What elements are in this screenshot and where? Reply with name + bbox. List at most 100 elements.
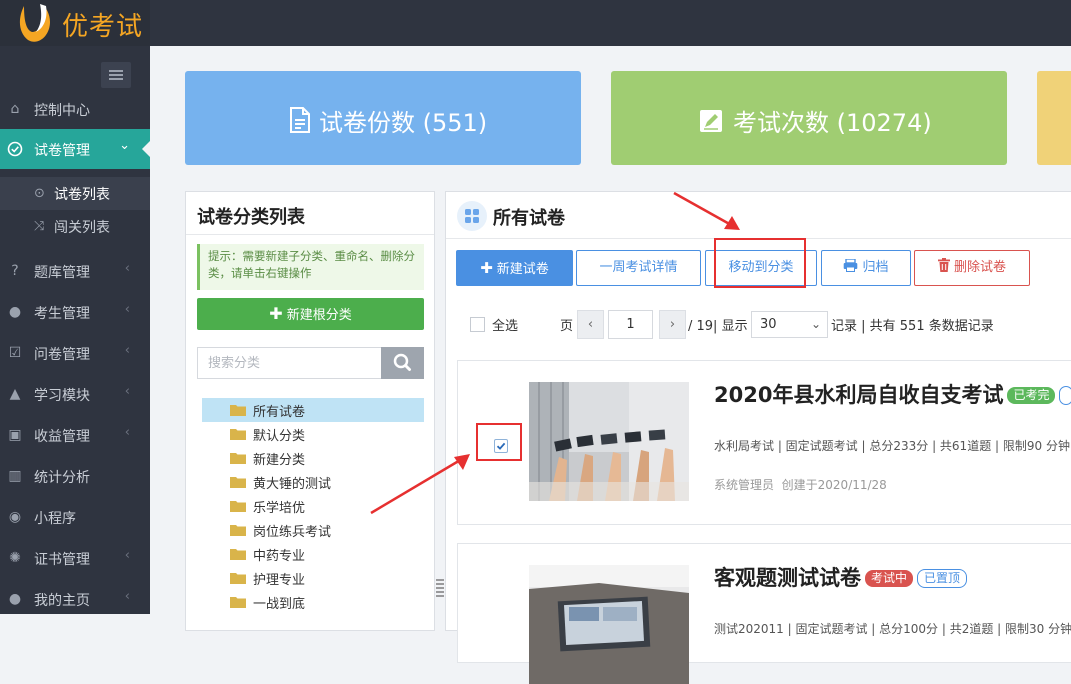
sidebar-item-survey[interactable]: ☑ 问卷管理 ‹: [0, 334, 150, 372]
new-exam-button[interactable]: ✚ 新建试卷: [456, 250, 573, 286]
tag-badge: [1059, 386, 1071, 405]
tree-item[interactable]: 一战到底: [202, 590, 424, 614]
stat-papers-label: 试卷份数 (551): [319, 109, 488, 137]
folder-icon: [230, 429, 246, 440]
tip-box: 提示：需要新建子分类、重命名、删除分类，请单击右键操作: [197, 244, 424, 290]
shuffle-icon: ⤨: [34, 219, 45, 234]
select-all-checkbox[interactable]: [470, 317, 485, 332]
sidebar-subitem-level-list[interactable]: ⤨ 闯关列表: [0, 210, 150, 243]
logo[interactable]: 优考试: [0, 0, 150, 46]
chevron-left-icon: ‹: [124, 425, 130, 440]
sidebar-item-mini-program[interactable]: ◉ 小程序: [0, 498, 150, 536]
menu-toggle-button[interactable]: [101, 62, 131, 88]
printer-icon: [843, 251, 858, 285]
logo-mark-icon: [19, 4, 50, 42]
divider: [186, 234, 434, 235]
exam-card[interactable]: 客观题测试试卷 考试中 已置顶 测试202011 | 固定试题考试 | 总分100分…: [457, 543, 1071, 684]
week-detail-button[interactable]: 一周考试详情: [576, 250, 701, 286]
bar-chart-icon: ▥: [8, 468, 22, 484]
grid-icon: [457, 201, 487, 231]
folder-icon: [230, 597, 246, 608]
category-panel: 试卷分类列表 提示：需要新建子分类、重命名、删除分类，请单击右键操作 ✚ 新建根…: [185, 191, 435, 631]
chevron-left-icon: ‹: [124, 261, 130, 276]
sidebar-item-exam-management[interactable]: 试卷管理 ⌄: [0, 129, 150, 169]
category-panel-title: 试卷分类列表: [197, 207, 305, 228]
exam-title[interactable]: 客观题测试试卷 考试中 已置顶: [714, 562, 968, 592]
stat-card-third[interactable]: [1037, 71, 1071, 165]
check-square-icon: ☑: [8, 345, 22, 361]
brand-name: 优考试: [62, 12, 144, 42]
tree-item-all[interactable]: 所有试卷: [202, 398, 424, 422]
category-search-input[interactable]: [197, 347, 381, 379]
panel-resize-handle[interactable]: [436, 578, 444, 598]
chevron-left-icon: ‹: [587, 317, 594, 332]
page-size-select[interactable]: 30 ⌄: [751, 311, 828, 338]
sidebar-item-dashboard[interactable]: ⌂ 控制中心: [0, 90, 150, 128]
delete-exam-button[interactable]: 删除试卷: [914, 250, 1030, 286]
stat-exams-label: 考试次数 (10274): [733, 109, 932, 137]
exam-created: 创建于2020/11/28: [781, 478, 887, 492]
sidebar-item-revenue[interactable]: ▣ 收益管理 ‹: [0, 416, 150, 454]
chevron-left-icon: ‹: [124, 343, 130, 358]
archive-button[interactable]: 归档: [821, 250, 911, 286]
select-all-label: 全选: [492, 319, 519, 334]
tree-item[interactable]: 中药专业: [202, 542, 424, 566]
stat-card-papers[interactable]: 试卷份数 (551): [185, 71, 581, 165]
tree-item[interactable]: 黄大锤的测试: [202, 470, 424, 494]
page-label: 页: [560, 319, 574, 334]
top-bar: [0, 0, 1071, 46]
tree-item[interactable]: 乐学培优: [202, 494, 424, 518]
exam-author: 系统管理员: [714, 478, 775, 492]
folder-icon: [230, 477, 246, 488]
tree-item[interactable]: 新建分类: [202, 446, 424, 470]
pinned-badge: 已置顶: [917, 569, 968, 588]
home-icon: ⌂: [10, 101, 20, 117]
question-circle-icon: ?: [11, 263, 19, 279]
next-page-button[interactable]: ›: [659, 310, 686, 339]
sidebar-item-my-home[interactable]: ● 我的主页 ‹: [0, 580, 150, 618]
sidebar-item-question-bank[interactable]: ? 题库管理 ‹: [0, 252, 150, 290]
check-circle-icon: ⊙: [34, 186, 45, 201]
paper-panel-title: 所有试卷: [493, 208, 565, 229]
folder-icon: [230, 405, 246, 416]
gear-icon: ✺: [9, 550, 21, 566]
chevron-down-icon: ⌄: [119, 138, 130, 153]
page-number-input[interactable]: [608, 310, 653, 339]
folder-icon: [230, 453, 246, 464]
status-badge: 考试中: [865, 570, 914, 587]
exam-meta: 测试202011 | 固定试题考试 | 总分100分 | 共2道题 | 限制30…: [714, 622, 1071, 636]
chevron-left-icon: ‹: [124, 302, 130, 317]
tree-item[interactable]: 岗位练兵考试: [202, 518, 424, 542]
exam-footer: 系统管理员 创建于2020/11/28: [714, 476, 887, 493]
active-notch: [142, 139, 152, 159]
search-button[interactable]: [381, 347, 424, 379]
new-root-category-button[interactable]: ✚ 新建根分类: [197, 298, 424, 330]
plus-icon: ✚: [480, 259, 493, 277]
search-icon: [393, 353, 411, 371]
records-label: 记录 | 共有 551 条数据记录: [831, 319, 994, 334]
status-badge: 已考完: [1007, 387, 1056, 404]
check-circle-icon: [7, 141, 23, 157]
sidebar-item-statistics[interactable]: ▥ 统计分析: [0, 457, 150, 495]
sidebar-subitem-exam-list[interactable]: ⊙ 试卷列表: [0, 177, 150, 210]
document-icon: [290, 107, 310, 133]
stat-card-exams[interactable]: 考试次数 (10274): [611, 71, 1007, 165]
edit-icon: [700, 110, 722, 132]
folder-icon: [230, 549, 246, 560]
exam-card[interactable]: 2020年县水利局自收自支考试 已考完 水利局考试 | 固定试题考试 | 总分23…: [457, 360, 1071, 525]
graduation-cap-icon: ▲: [9, 386, 21, 402]
sidebar-item-learning[interactable]: ▲ 学习模块 ‹: [0, 375, 150, 413]
chevron-right-icon: ›: [669, 317, 676, 332]
total-pages-label: / 19| 显示: [688, 319, 748, 334]
chevron-down-icon: ⌄: [810, 317, 821, 331]
annotation-box-move: [714, 238, 806, 288]
sidebar-item-certificates[interactable]: ✺ 证书管理 ‹: [0, 539, 150, 577]
prev-page-button[interactable]: ‹: [577, 310, 604, 339]
folder-icon: [230, 573, 246, 584]
tree-item[interactable]: 护理专业: [202, 566, 424, 590]
exam-title[interactable]: 2020年县水利局自收自支考试 已考完: [714, 379, 1071, 409]
user-icon: ●: [8, 304, 22, 320]
annotation-box-checkbox: [476, 423, 522, 461]
tree-item[interactable]: 默认分类: [202, 422, 424, 446]
sidebar-item-candidates[interactable]: ● 考生管理 ‹: [0, 293, 150, 331]
